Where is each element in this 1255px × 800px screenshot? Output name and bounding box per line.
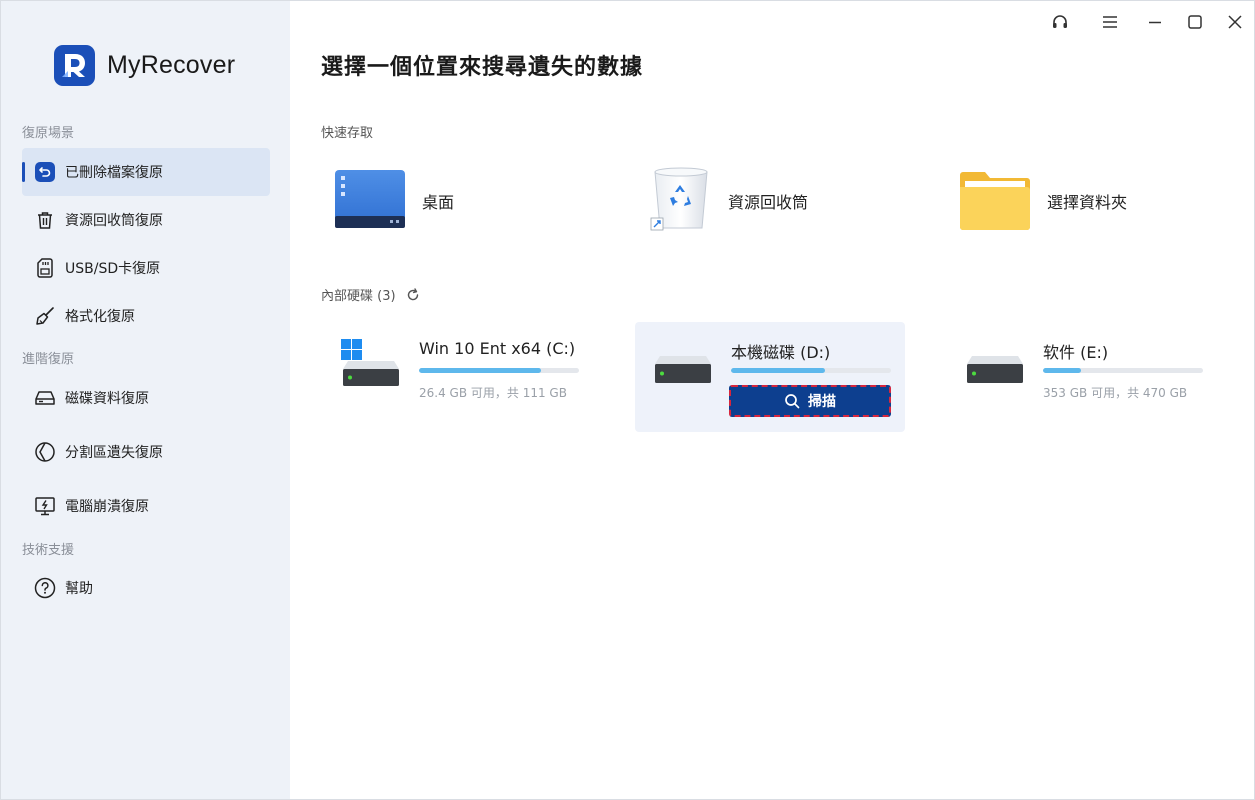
disk-usage-bar (731, 368, 891, 373)
main-panel: 選擇一個位置來搜尋遺失的數據 快速存取 桌面 資源回收筒 選擇資料夾 內部硬碟 … (290, 1, 1254, 799)
sidebar: MyRecover 復原場景 已刪除檔案復原 資源回收筒復原 USB/SD卡復原 (1, 1, 290, 799)
disk-usage-bar (419, 368, 579, 373)
sidebar-item-label: 幫助 (65, 581, 93, 597)
help-icon (34, 577, 56, 599)
maximize-icon[interactable] (1185, 12, 1205, 32)
sidebar-item-label: 磁碟資料復原 (65, 391, 149, 407)
broom-icon (34, 305, 56, 327)
disk-size: 353 GB 可用，共 470 GB (1043, 386, 1188, 400)
app-logo: MyRecover (54, 45, 235, 86)
internal-disks-label: 內部硬碟 (3) (321, 289, 396, 304)
sidebar-item-usb-sd-recovery[interactable]: USB/SD卡復原 (22, 244, 270, 292)
minimize-icon[interactable] (1145, 12, 1165, 32)
disk-size: 26.4 GB 可用，共 111 GB (419, 386, 567, 400)
disk-usage-fill (419, 368, 541, 373)
app-window: MyRecover 復原場景 已刪除檔案復原 資源回收筒復原 USB/SD卡復原 (0, 0, 1255, 800)
quick-access-label: 資源回收筒 (728, 193, 809, 212)
scan-button[interactable]: 掃描 (729, 385, 891, 417)
sidebar-item-recycle-bin-recovery[interactable]: 資源回收筒復原 (22, 196, 270, 244)
sidebar-item-partition-recovery[interactable]: 分割區遺失復原 (22, 428, 270, 476)
sidebar-item-disk-recovery[interactable]: 磁碟資料復原 (22, 374, 270, 422)
sidebar-item-label: 分割區遺失復原 (65, 445, 163, 461)
sidebar-item-deleted-file-recovery[interactable]: 已刪除檔案復原 (22, 148, 270, 196)
disk-usage-fill (1043, 368, 1082, 373)
sidebar-item-help[interactable]: 幫助 (22, 564, 270, 612)
desktop-icon (334, 168, 406, 234)
sidebar-item-label: 資源回收筒復原 (65, 213, 163, 229)
disk-usage-bar (1043, 368, 1203, 373)
quick-access-select-folder[interactable]: 選擇資料夾 (959, 166, 1127, 236)
refresh-icon[interactable] (406, 287, 420, 302)
disk-card-d[interactable]: 本機磁碟 (D:) 掃描 (635, 322, 905, 432)
trash-icon (34, 209, 56, 231)
hard-drive-icon (34, 387, 56, 409)
quick-access-label: 選擇資料夾 (1047, 193, 1128, 212)
disk-card-c[interactable]: Win 10 Ent x64 (C:) 26.4 GB 可用，共 111 GB (323, 322, 593, 432)
disk-name: 本機磁碟 (D:) (731, 343, 831, 362)
app-name: MyRecover (107, 51, 236, 79)
folder-icon (959, 167, 1031, 235)
quick-access-recycle-bin[interactable]: 資源回收筒 (650, 166, 808, 236)
monitor-crash-icon (34, 495, 56, 517)
scan-button-label: 掃描 (808, 394, 836, 410)
section-title-advanced-recovery: 進階復原 (22, 352, 75, 367)
sidebar-item-label: USB/SD卡復原 (65, 261, 161, 277)
section-title-tech-support: 技術支援 (22, 543, 75, 558)
quick-access-label: 桌面 (422, 193, 455, 212)
sidebar-item-crash-recovery[interactable]: 電腦崩潰復原 (22, 482, 270, 530)
headset-icon[interactable] (1050, 12, 1070, 32)
menu-icon[interactable] (1100, 12, 1120, 32)
disk-card-e[interactable]: 软件 (E:) 353 GB 可用，共 470 GB (947, 322, 1217, 432)
disk-name: 软件 (E:) (1043, 343, 1109, 362)
search-icon (785, 394, 800, 409)
internal-disks-header: 內部硬碟 (3) (321, 285, 420, 304)
sidebar-item-label: 已刪除檔案復原 (65, 165, 163, 181)
disk-drive-icon (653, 356, 713, 390)
disk-drive-icon (965, 356, 1025, 390)
sidebar-item-label: 格式化復原 (65, 309, 135, 325)
sidebar-item-label: 電腦崩潰復原 (65, 499, 149, 515)
windows-disk-icon (341, 339, 401, 391)
section-title-recovery-scenarios: 復原場景 (22, 126, 75, 141)
app-logo-icon (54, 45, 95, 86)
partition-icon (34, 441, 56, 463)
quick-access-label: 快速存取 (321, 126, 374, 141)
sidebar-item-format-recovery[interactable]: 格式化復原 (22, 292, 270, 340)
disk-name: Win 10 Ent x64 (C:) (419, 339, 576, 358)
disk-usage-fill (731, 368, 826, 373)
sd-card-icon (34, 257, 56, 279)
page-title: 選擇一個位置來搜尋遺失的數據 (321, 55, 644, 80)
recycle-bin-icon (650, 166, 712, 236)
quick-access-desktop[interactable]: 桌面 (334, 166, 454, 236)
close-icon[interactable] (1225, 12, 1245, 32)
undo-icon (34, 161, 56, 183)
